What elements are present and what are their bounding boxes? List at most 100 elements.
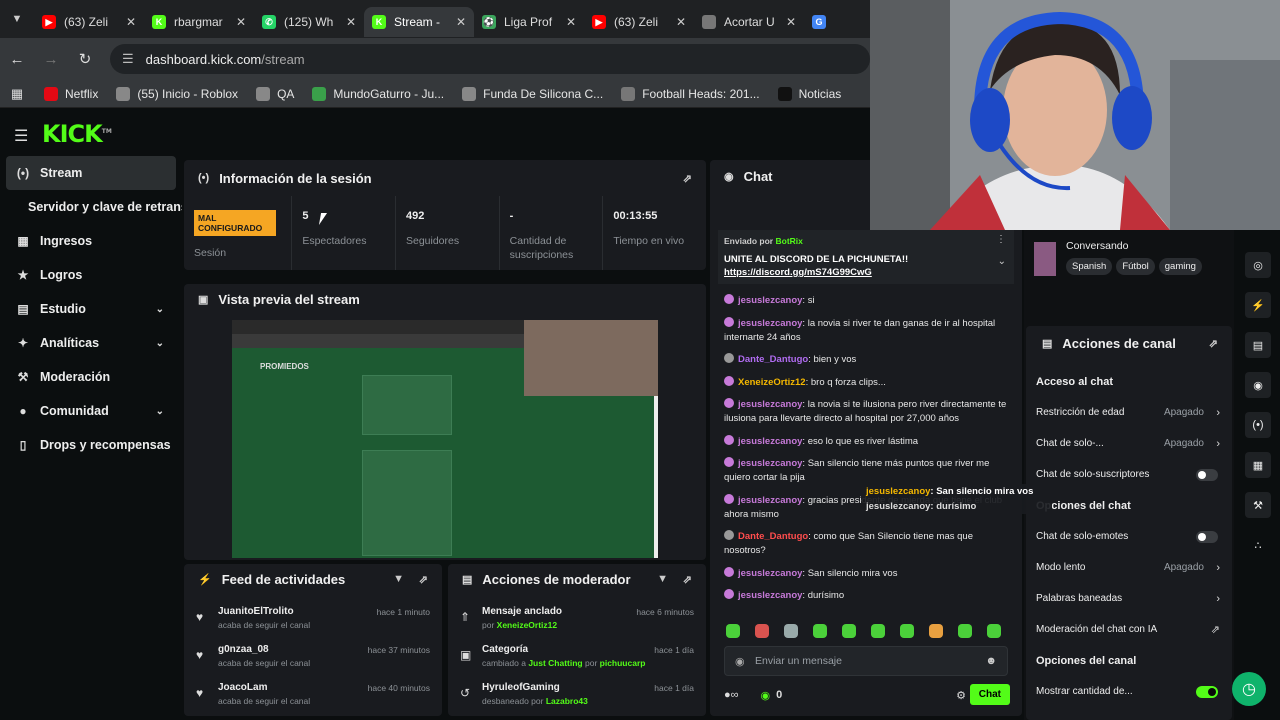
sidebar-item[interactable]: ▤ Estudio ⌄ — [0, 292, 182, 326]
bookmark-item[interactable]: MundoGaturro - Ju... — [312, 86, 444, 101]
bookmark-item[interactable]: Funda De Silicona C... — [462, 86, 603, 101]
shield-icon[interactable]: ◉ — [735, 655, 745, 668]
kick-logo[interactable]: KICKTM — [42, 120, 112, 148]
points-icon[interactable]: ◉ — [761, 689, 771, 702]
stream-tag[interactable]: Spanish — [1066, 258, 1113, 275]
grid-icon[interactable]: ▦ — [1245, 452, 1271, 478]
bookmark-item[interactable]: Football Heads: 201... — [621, 86, 760, 101]
document-icon[interactable]: ▤ — [1245, 332, 1271, 358]
sidebar-item[interactable]: ▯ Drops y recompensas — [0, 428, 182, 462]
category-thumbnail[interactable] — [1034, 242, 1056, 276]
popout-icon[interactable]: ⇗ — [419, 573, 428, 586]
channel-setting-row[interactable]: Modo lento Apagado › — [1026, 552, 1232, 583]
send-chat-button[interactable]: Chat — [969, 684, 1010, 705]
pin-icon[interactable]: ⋮ — [996, 234, 1006, 245]
channel-setting-row[interactable]: Restricción de edad Apagado › — [1026, 397, 1232, 428]
chat-username[interactable]: Dante_Dantugo — [738, 354, 808, 365]
bookmark-item[interactable]: Netflix — [44, 86, 98, 101]
reload-icon[interactable]: ↻ — [68, 50, 102, 68]
channel-setting-row[interactable]: Chat de solo-suscriptores — [1026, 459, 1232, 490]
apps-grid-icon[interactable]: ▦ — [0, 86, 34, 102]
browser-tab[interactable]: K Stream - ✕ — [364, 7, 474, 37]
desc-user[interactable]: Lazabro43 — [546, 696, 588, 706]
chat-username[interactable]: jesuslezcanoy — [738, 436, 802, 447]
sidebar-item[interactable]: (•) Stream — [6, 156, 176, 190]
chat-username[interactable]: XeneizeOrtiz12 — [738, 377, 806, 388]
close-icon[interactable]: ✕ — [236, 15, 246, 29]
chevron-down-icon[interactable]: ⌄ — [156, 304, 164, 315]
emote-icon[interactable] — [900, 624, 914, 638]
back-icon[interactable]: ← — [0, 51, 34, 68]
stream-tag[interactable]: gaming — [1158, 258, 1202, 275]
chevron-right-icon[interactable]: › — [1216, 438, 1220, 450]
sidebar-item[interactable]: ⚒ Moderación — [0, 360, 182, 394]
close-icon[interactable]: ✕ — [566, 15, 576, 29]
url-field[interactable]: ☰ dashboard.kick.com/stream — [110, 44, 870, 74]
channel-setting-row[interactable]: Chat de solo-emotes — [1026, 521, 1232, 552]
emote-icon[interactable] — [784, 624, 798, 638]
sidebar-item[interactable]: ★ Logros — [0, 258, 182, 292]
chat-username[interactable]: Dante_Dantugo — [738, 531, 808, 542]
chevron-down-icon[interactable]: ⌄ — [156, 338, 164, 349]
browser-tab[interactable]: Acortar U ✕ — [694, 7, 804, 37]
chat-username[interactable]: jesuslezcanoy — [738, 590, 802, 601]
tab-search-icon[interactable]: ▼ — [0, 0, 34, 38]
chevron-right-icon[interactable]: › — [1216, 562, 1220, 574]
desc-user[interactable]: pichuucarp — [600, 658, 646, 668]
bookmark-item[interactable]: Noticias — [777, 86, 841, 101]
chat-username[interactable]: jesuslezcanoy — [738, 295, 802, 306]
browser-tab[interactable]: ▶ (63) Zeli ✕ — [584, 7, 694, 37]
help-icon[interactable]: ◷ — [1232, 672, 1266, 706]
toggle-switch[interactable] — [1196, 530, 1218, 543]
chat-username[interactable]: jesuslezcanoy — [738, 458, 802, 469]
channel-setting-row[interactable]: Palabras baneadas › — [1026, 583, 1232, 614]
browser-tab[interactable]: ▶ (63) Zeli ✕ — [34, 7, 144, 37]
users-icon[interactable]: ●∞ — [724, 689, 739, 701]
desc-user[interactable]: Just Chatting — [528, 658, 582, 668]
emote-icon[interactable] — [929, 624, 943, 638]
target-icon[interactable]: ◎ — [1245, 252, 1271, 278]
chat-username[interactable]: jesuslezcanoy — [738, 568, 802, 579]
emoji-icon[interactable]: ☻ — [985, 655, 997, 667]
browser-tab[interactable]: ⚽ Liga Prof ✕ — [474, 7, 584, 37]
popout-icon[interactable]: ⇗ — [1209, 337, 1218, 350]
chat-icon[interactable]: ◉ — [1245, 372, 1271, 398]
chat-username[interactable]: jesuslezcanoy — [738, 318, 802, 329]
sidebar-item[interactable]: ● Comunidad ⌄ — [0, 394, 182, 428]
pinned-by-user[interactable]: BotRix — [776, 236, 803, 246]
menu-icon[interactable]: ☰ — [14, 126, 28, 146]
close-icon[interactable]: ✕ — [126, 15, 136, 29]
popout-icon[interactable]: ⇗ — [683, 573, 692, 586]
toggle-switch[interactable] — [1196, 468, 1218, 481]
chat-username[interactable]: jesuslezcanoy — [738, 495, 802, 506]
emote-icon[interactable] — [755, 624, 769, 638]
chevron-right-icon[interactable]: › — [1216, 407, 1220, 419]
sidebar-item[interactable]: ▦ Ingresos — [0, 224, 182, 258]
stream-preview-video[interactable]: PROMIEDOS — [232, 320, 658, 558]
close-icon[interactable]: ✕ — [676, 15, 686, 29]
desc-user[interactable]: XeneizeOrtiz12 — [497, 620, 557, 630]
channel-setting-row[interactable]: Mostrar cantidad de... — [1026, 676, 1232, 707]
forward-icon[interactable]: → — [34, 51, 68, 68]
chat-input[interactable]: ◉ Enviar un mensaje ☻ — [724, 646, 1008, 676]
emote-icon[interactable] — [726, 624, 740, 638]
chevron-down-icon[interactable]: ⌄ — [156, 406, 164, 417]
emote-icon[interactable] — [958, 624, 972, 638]
stream-tag[interactable]: Fútbol — [1116, 258, 1155, 275]
browser-tab[interactable]: Gc — [804, 7, 834, 37]
bookmark-item[interactable]: (55) Inicio - Roblox — [116, 86, 238, 101]
close-icon[interactable]: ✕ — [786, 15, 796, 29]
sidebar-item[interactable]: ✦ Analíticas ⌄ — [0, 326, 182, 360]
filter-icon[interactable]: ▼ — [657, 573, 668, 585]
pinned-link[interactable]: https://discord.gg/mS74G99CwG — [724, 267, 1008, 278]
emote-icon[interactable] — [987, 624, 1001, 638]
browser-tab[interactable]: Krbargmar ✕ — [144, 7, 254, 37]
popout-icon[interactable]: ⇗ — [683, 172, 692, 185]
sidebar-item[interactable]: Servidor y clave de retransmisión — [0, 190, 182, 224]
filter-icon[interactable]: ▼ — [393, 573, 404, 585]
apps-icon[interactable]: ∴ — [1245, 532, 1271, 558]
wrench-icon[interactable]: ⚒ — [1245, 492, 1271, 518]
chat-username[interactable]: jesuslezcanoy — [738, 399, 802, 410]
channel-setting-row[interactable]: Chat de solo-... Apagado › — [1026, 428, 1232, 459]
external-link-icon[interactable]: ⇗ — [1211, 623, 1220, 636]
